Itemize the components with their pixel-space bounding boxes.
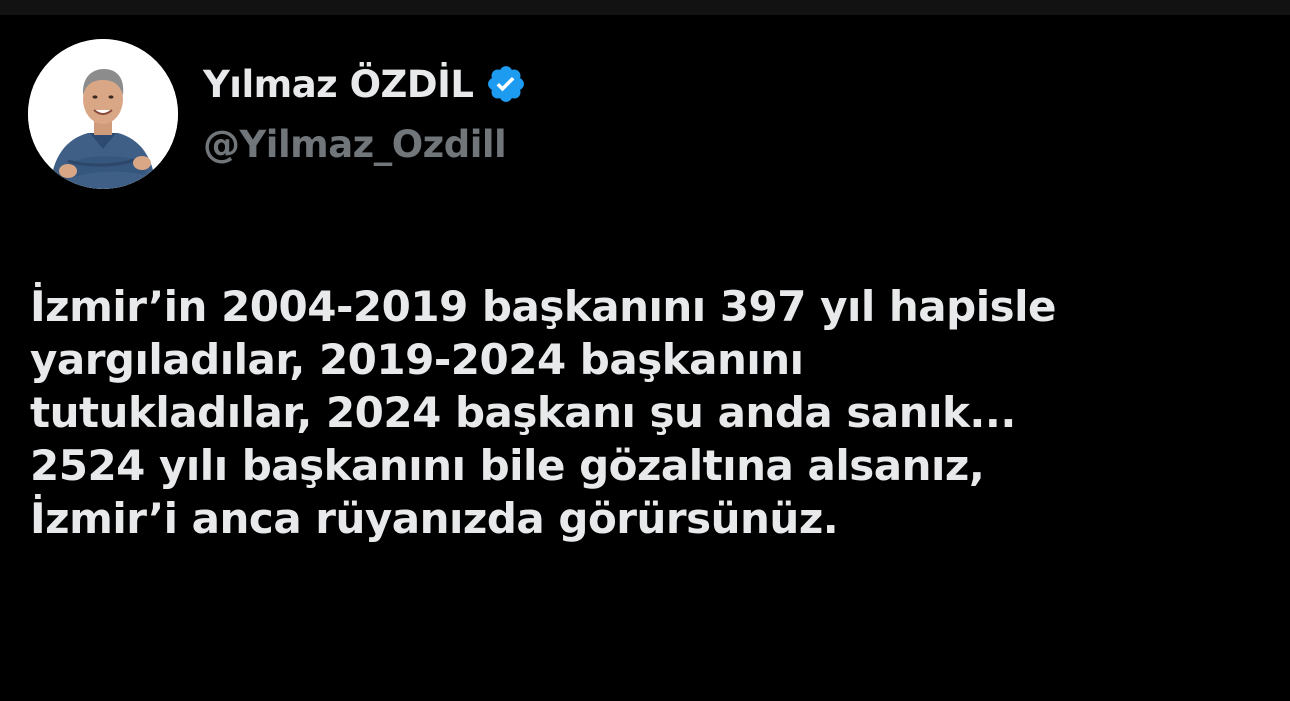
- verified-badge-icon: [485, 63, 527, 105]
- tweet-card: Yılmaz ÖZDİL @Yilmaz_Ozdill İzmir’in 200…: [0, 15, 1290, 701]
- tweet-text-line: tutukladılar, 2024 başkanı şu anda sanık…: [30, 388, 1016, 437]
- author-name-row: Yılmaz ÖZDİL: [203, 60, 527, 108]
- tweet-text: İzmir’in 2004-2019 başkanını 397 yıl hap…: [30, 280, 1270, 545]
- author-avatar[interactable]: [28, 39, 178, 189]
- top-bar: [0, 0, 1290, 15]
- tweet-text-line: 2524 yılı başkanını bile gözaltına alsan…: [30, 441, 985, 490]
- person-portrait-avatar: [28, 39, 178, 189]
- author-handle[interactable]: @Yilmaz_Ozdill: [203, 123, 507, 166]
- tweet-text-line: İzmir’i anca rüyanızda görürsünüz.: [30, 494, 839, 543]
- author-name[interactable]: Yılmaz ÖZDİL: [203, 63, 474, 106]
- tweet-text-line: yargıladılar, 2019-2024 başkanını: [30, 335, 804, 384]
- tweet-text-line: İzmir’in 2004-2019 başkanını 397 yıl hap…: [30, 282, 1057, 331]
